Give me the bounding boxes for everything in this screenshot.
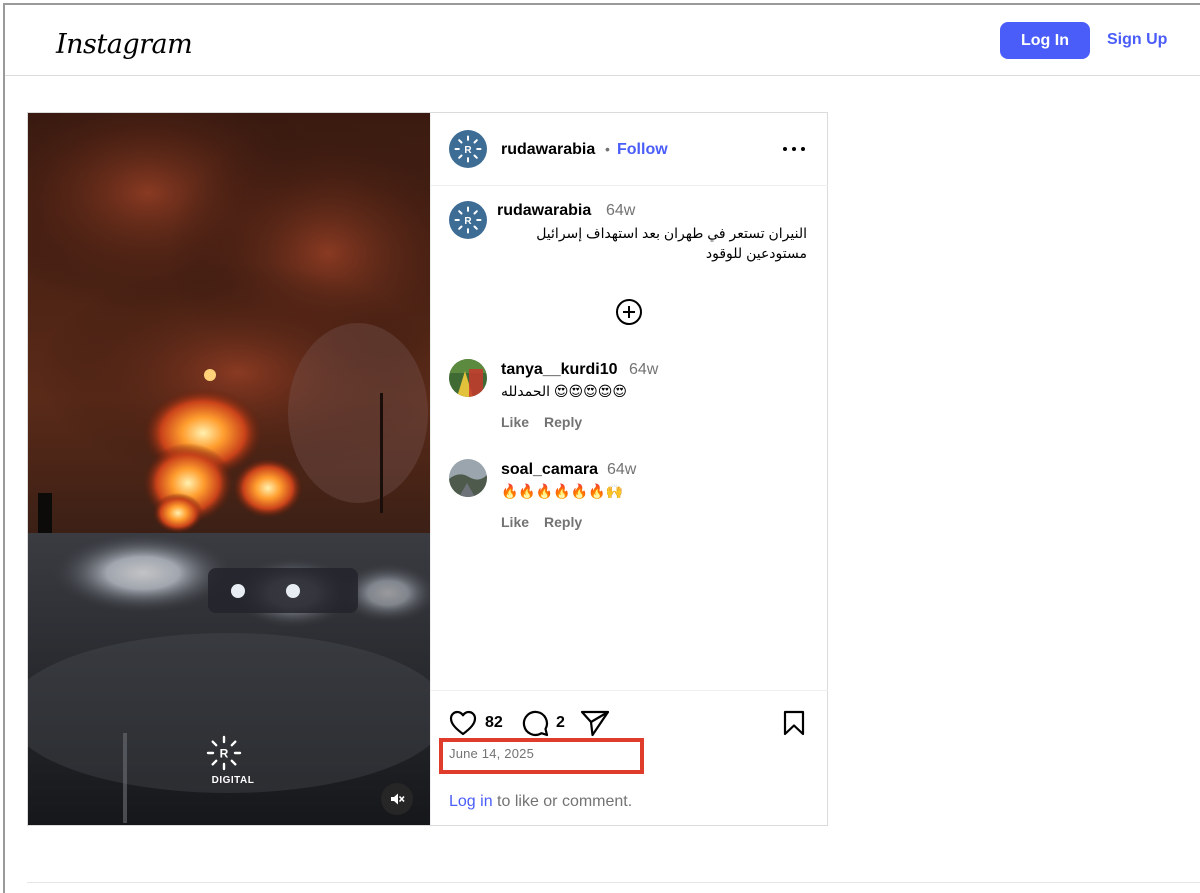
caption-username[interactable]: rudawarabia — [497, 202, 591, 220]
commenter-photo — [449, 459, 487, 497]
separator-dot: • — [605, 141, 610, 157]
avatar-letter: R — [464, 145, 472, 156]
log-in-button[interactable]: Log In — [1000, 22, 1090, 59]
commenter-username[interactable]: tanya__kurdi10 — [501, 361, 618, 379]
dot-icon — [801, 147, 805, 151]
login-prompt: Log in to like or comment. — [449, 793, 632, 811]
post-side-panel: R rudawarabia • Follow R rudawarabia 64w… — [430, 113, 828, 825]
watermark-letter: R — [220, 747, 229, 761]
muted-speaker-icon — [391, 793, 405, 805]
comment-text: الحمدلله 😍😍😍😍😍 — [501, 383, 627, 399]
plus-circle-icon — [616, 299, 642, 325]
commenter-username[interactable]: soal_camara — [501, 461, 598, 479]
watermark-text: DIGITAL — [211, 775, 255, 786]
comment-timestamp[interactable]: 64w — [607, 461, 636, 479]
dot-icon — [783, 147, 787, 151]
comment-reply-button[interactable]: Reply — [544, 514, 582, 530]
sign-up-link[interactable]: Sign Up — [1107, 31, 1167, 49]
avatar-letter: R — [464, 216, 472, 227]
speech-bubble-icon — [522, 710, 549, 737]
save-button[interactable] — [782, 710, 806, 741]
comment-like-button[interactable]: Like — [501, 514, 529, 530]
comment-reply-button[interactable]: Reply — [544, 414, 582, 430]
post-video[interactable]: R DIGITAL — [28, 113, 430, 825]
post-date[interactable]: June 14, 2025 — [449, 746, 534, 761]
dot-icon — [792, 147, 796, 151]
heart-icon — [449, 710, 477, 736]
rudaw-logo-icon: R — [206, 735, 242, 771]
comment-timestamp[interactable]: 64w — [629, 361, 658, 379]
rudaw-digital-watermark: R DIGITAL — [206, 735, 260, 795]
video-frame-illustration — [28, 113, 430, 825]
post-card: R DIGITAL R rudawarabia • Follow R rudaw… — [27, 112, 828, 826]
caption-author-avatar[interactable]: R — [449, 201, 487, 239]
comments-count[interactable]: 2 — [556, 714, 565, 732]
mute-button[interactable] — [381, 783, 413, 815]
comment-like-button[interactable]: Like — [501, 414, 529, 430]
comment-text: 🔥🔥🔥🔥🔥🔥🙌 — [501, 483, 624, 499]
follow-button[interactable]: Follow — [617, 141, 668, 159]
log-in-link[interactable]: Log in — [449, 793, 493, 810]
login-prompt-text: to like or comment. — [492, 793, 633, 810]
post-actions: 82 2 June 14, 2025 Log in to like or com… — [431, 690, 828, 825]
caption-timestamp[interactable]: 64w — [606, 202, 635, 220]
bookmark-icon — [783, 710, 805, 736]
commenter-avatar[interactable] — [449, 359, 487, 397]
rudaw-avatar-icon: R — [454, 206, 482, 234]
commenter-avatar[interactable] — [449, 459, 487, 497]
author-avatar[interactable]: R — [449, 130, 487, 168]
rudaw-avatar-icon: R — [454, 135, 482, 163]
instagram-logo[interactable]: Instagram — [56, 29, 193, 60]
caption-text: النيران تستعر في طهران بعد استهداف إسرائ… — [536, 225, 807, 261]
like-button[interactable] — [449, 710, 477, 741]
footer-divider — [27, 882, 1200, 883]
likes-count[interactable]: 82 — [485, 714, 503, 732]
author-username[interactable]: rudawarabia — [501, 141, 595, 159]
load-more-comments-button[interactable] — [615, 298, 643, 326]
paper-plane-icon — [580, 710, 610, 737]
post-header: R rudawarabia • Follow — [431, 113, 828, 186]
commenter-photo — [449, 359, 487, 397]
top-navigation-bar: Instagram Log In Sign Up — [5, 5, 1200, 76]
more-options-button[interactable] — [783, 145, 805, 153]
